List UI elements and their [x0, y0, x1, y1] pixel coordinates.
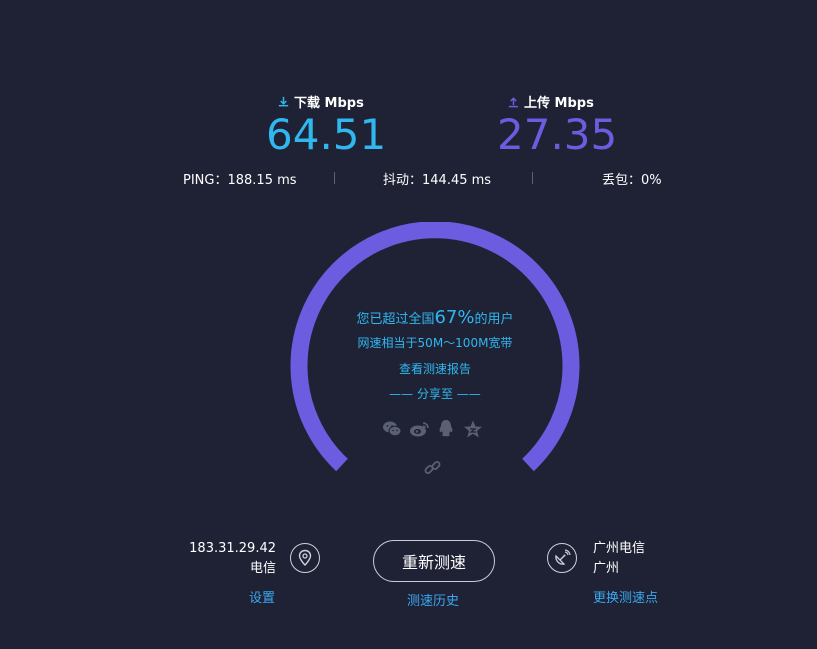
- location-pin-icon: [290, 543, 320, 573]
- divider: [334, 172, 335, 184]
- share-label: —— 分享至 ——: [389, 387, 481, 401]
- server-name: 广州电信: [593, 541, 646, 556]
- client-isp: 电信: [249, 561, 276, 576]
- view-report-link[interactable]: 查看测速报告: [335, 360, 535, 377]
- history-link[interactable]: 测速历史: [407, 590, 459, 609]
- rank-suffix: 的用户: [474, 312, 514, 327]
- rank-text: 您已超过全国67%的用户: [335, 307, 535, 328]
- link-icon[interactable]: [423, 458, 443, 478]
- download-value: 64.51: [266, 110, 387, 159]
- rank-percent: 67%: [434, 307, 475, 328]
- client-ip: 183.31.29.42: [189, 541, 276, 556]
- weibo-icon[interactable]: [408, 418, 430, 440]
- download-label: 下载 Mbps: [277, 92, 364, 111]
- upload-icon: [508, 97, 519, 108]
- jitter-stat: 抖动：144.45 ms: [383, 173, 492, 188]
- server-city: 广州: [593, 561, 620, 576]
- wechat-icon[interactable]: [381, 418, 403, 440]
- share-icons: [381, 418, 484, 440]
- settings-link[interactable]: 设置: [249, 587, 275, 606]
- download-label-text: 下载 Mbps: [294, 96, 364, 111]
- change-server-link[interactable]: 更换测速点: [593, 587, 658, 606]
- speed-gauge: [290, 222, 580, 472]
- ping-stat: PING：188.15 ms: [183, 173, 297, 188]
- divider: [532, 172, 533, 184]
- rank-prefix: 您已超过全国: [356, 312, 435, 327]
- retest-button[interactable]: 重新测速: [373, 540, 495, 582]
- upload-label: 上传 Mbps: [507, 92, 594, 111]
- qzone-icon[interactable]: [462, 418, 484, 440]
- packet-loss-stat: 丢包：0%: [602, 173, 662, 188]
- download-icon: [278, 96, 289, 107]
- qq-icon[interactable]: [435, 418, 457, 440]
- upload-label-text: 上传 Mbps: [524, 96, 594, 111]
- upload-value: 27.35: [497, 110, 618, 159]
- bandwidth-equivalent: 网速相当于50M～100M宽带: [357, 336, 513, 350]
- satellite-dish-icon: [547, 543, 577, 573]
